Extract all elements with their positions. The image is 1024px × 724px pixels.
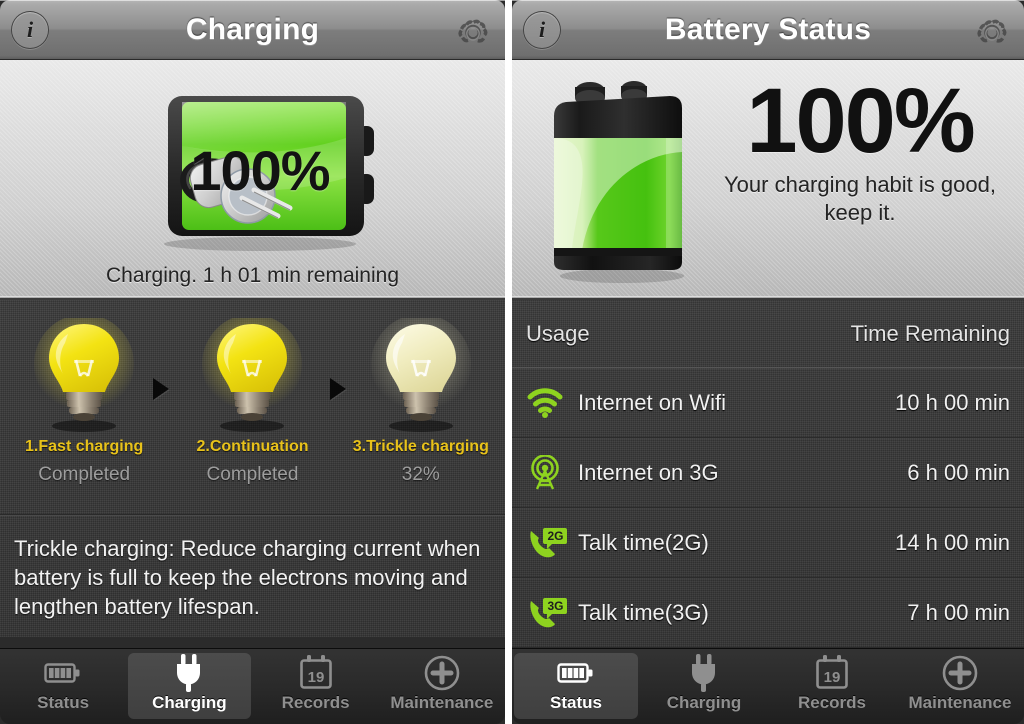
tab-label: Charging	[667, 693, 742, 713]
habit-message: Your charging habit is good, keep it.	[710, 171, 1010, 226]
plug-icon	[687, 653, 721, 693]
usage-value: 7 h 00 min	[907, 600, 1010, 626]
stage-title: 1.Fast charging	[0, 438, 168, 456]
usage-label: Talk time(3G)	[578, 600, 907, 626]
battery-percent: 100%	[130, 138, 390, 203]
panel-divider	[505, 0, 512, 724]
column-header-usage: Usage	[526, 321, 851, 347]
svg-text:19: 19	[824, 669, 841, 686]
tab-maintenance[interactable]: Maintenance	[898, 653, 1022, 719]
usage-value: 14 h 00 min	[895, 530, 1010, 556]
usage-label: Internet on Wifi	[578, 390, 895, 416]
tab-label: Status	[37, 693, 89, 713]
gear-icon	[453, 12, 493, 52]
tab-records[interactable]: 19 Records	[255, 653, 377, 719]
dual-screenshot-stage: i Charging	[0, 0, 1024, 724]
right-hero: 100% Your charging habit is good, keep i…	[512, 60, 1024, 300]
tab-label: Records	[798, 693, 866, 713]
info-button[interactable]: i	[8, 8, 52, 52]
left-body: 1.Fast charging Completed	[0, 300, 505, 637]
charging-stages: 1.Fast charging Completed	[0, 300, 505, 515]
settings-button[interactable]	[968, 8, 1016, 56]
phone-2g-icon: 2G	[526, 525, 578, 561]
column-header-time: Time Remaining	[851, 321, 1010, 347]
usage-value: 10 h 00 min	[895, 390, 1010, 416]
tab-status[interactable]: Status	[2, 653, 124, 719]
info-icon: i	[11, 11, 49, 49]
table-row[interactable]: 3G Talk time(3G) 7 h 00 min	[512, 578, 1024, 648]
right-body: Usage Time Remaining Internet on Wifi	[512, 300, 1024, 648]
left-tabbar: Status Charging	[0, 648, 505, 724]
stage-title: 3.Trickle charging	[337, 438, 505, 456]
table-row[interactable]: Internet on 3G 6 h 00 min	[512, 438, 1024, 508]
phone-3g-icon: 3G	[526, 595, 578, 631]
stage-item[interactable]: 3.Trickle charging 32%	[337, 300, 505, 486]
battery-status-screen: i Battery Status	[512, 0, 1024, 724]
left-navbar: i Charging	[0, 0, 505, 60]
tab-status[interactable]: Status	[514, 653, 638, 719]
info-glyph: i	[27, 19, 33, 41]
horizontal-battery-icon: 100%	[130, 86, 390, 251]
battery-icon	[557, 653, 595, 693]
tab-maintenance[interactable]: Maintenance	[381, 653, 503, 719]
charging-screen: i Charging	[0, 0, 505, 724]
tab-label: Status	[550, 693, 602, 713]
calendar-19-icon: 19	[298, 653, 334, 693]
cell-tower-icon	[526, 455, 578, 491]
gear-icon	[972, 12, 1012, 52]
plus-circle-icon	[941, 653, 979, 693]
tab-label: Maintenance	[390, 693, 493, 713]
plus-circle-icon	[423, 653, 461, 693]
stage-status: Completed	[168, 464, 336, 486]
stage-status: 32%	[337, 464, 505, 486]
tab-label: Records	[282, 693, 350, 713]
chevron-right-icon	[330, 378, 346, 400]
wifi-icon	[526, 388, 578, 418]
stage-status: Completed	[0, 464, 168, 486]
tab-label: Charging	[152, 693, 227, 713]
battery-percent: 100%	[710, 78, 1010, 165]
info-icon: i	[523, 11, 561, 49]
stage-item[interactable]: 2.Continuation Completed	[168, 300, 336, 486]
tab-label: Maintenance	[909, 693, 1012, 713]
usage-value: 6 h 00 min	[907, 460, 1010, 486]
tab-charging[interactable]: Charging	[642, 653, 766, 719]
right-tabbar: Status Charging	[512, 648, 1024, 724]
lit-bulb-icon	[0, 316, 168, 436]
vertical-9v-battery-icon	[542, 76, 702, 284]
usage-label: Internet on 3G	[578, 460, 907, 486]
left-hero: 100% Charging. 1 h 01 min remaining	[0, 60, 505, 300]
usage-label: Talk time(2G)	[578, 530, 895, 556]
info-button[interactable]: i	[520, 8, 564, 52]
page-title: Battery Status	[665, 13, 871, 47]
dim-bulb-icon	[337, 316, 505, 436]
svg-text:3G: 3G	[547, 599, 563, 613]
calendar-19-icon: 19	[814, 653, 850, 693]
stage-title: 2.Continuation	[168, 438, 336, 456]
svg-text:19: 19	[307, 669, 324, 686]
page-title: Charging	[186, 13, 319, 47]
lit-bulb-icon	[168, 316, 336, 436]
info-glyph: i	[539, 19, 545, 41]
plug-icon	[172, 653, 206, 693]
right-hero-text: 100% Your charging habit is good, keep i…	[710, 78, 1010, 226]
right-navbar: i Battery Status	[512, 0, 1024, 60]
chevron-right-icon	[153, 378, 169, 400]
usage-table-header: Usage Time Remaining	[512, 300, 1024, 368]
charging-status-text: Charging. 1 h 01 min remaining	[0, 264, 505, 288]
tab-records[interactable]: 19 Records	[770, 653, 894, 719]
settings-button[interactable]	[449, 8, 497, 56]
battery-icon	[44, 653, 82, 693]
tab-charging[interactable]: Charging	[128, 653, 250, 719]
stage-item[interactable]: 1.Fast charging Completed	[0, 300, 168, 486]
svg-text:2G: 2G	[547, 529, 563, 543]
table-row[interactable]: Internet on Wifi 10 h 00 min	[512, 368, 1024, 438]
stage-description: Trickle charging: Reduce charging curren…	[0, 515, 505, 637]
table-row[interactable]: 2G Talk time(2G) 14 h 00 min	[512, 508, 1024, 578]
